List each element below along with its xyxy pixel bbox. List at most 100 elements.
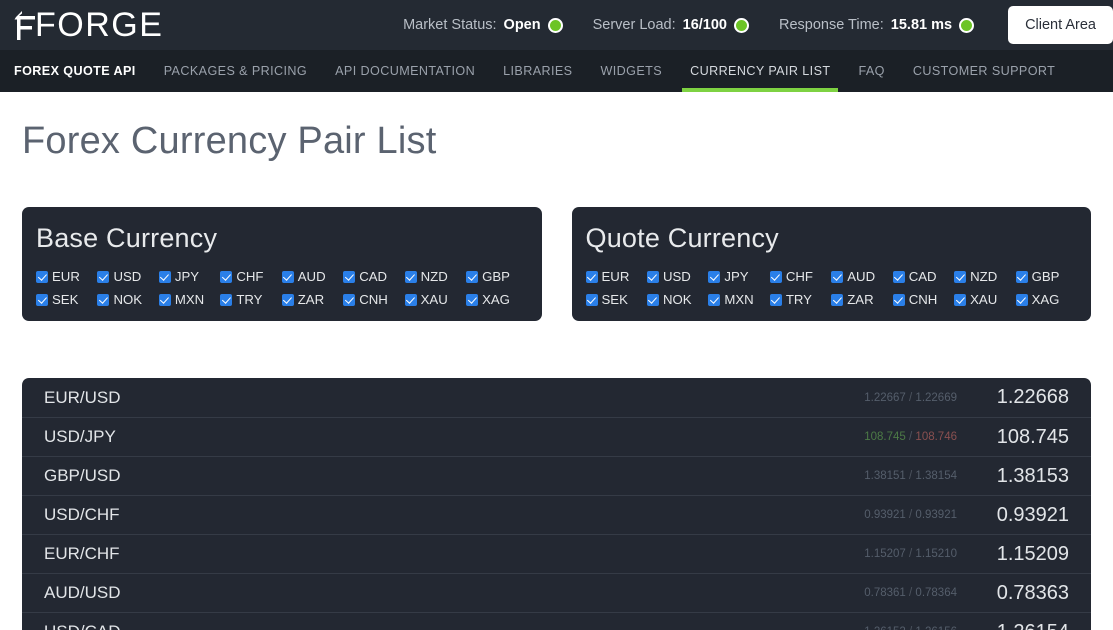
base-currency-option-nzd[interactable]: NZD (404, 269, 466, 284)
checkbox-checked-icon[interactable] (158, 293, 171, 306)
base-currency-option-label: USD (113, 269, 142, 284)
checkbox-checked-icon[interactable] (831, 270, 844, 283)
quote-currency-option-xag[interactable]: XAG (1015, 292, 1077, 307)
last-price: 108.745 (996, 425, 1069, 448)
checkbox-checked-icon[interactable] (646, 270, 659, 283)
base-currency-option-sek[interactable]: SEK (36, 292, 97, 307)
green-status-dot (959, 17, 975, 33)
checkbox-checked-icon[interactable] (466, 270, 479, 283)
nav-item-customer-support[interactable]: CUSTOMER SUPPORT (899, 50, 1069, 92)
checkbox-checked-icon[interactable] (585, 293, 598, 306)
nav-item-packages-pricing[interactable]: PACKAGES & PRICING (150, 50, 321, 92)
checkbox-checked-icon[interactable] (97, 270, 110, 283)
quote-currency-option-eur[interactable]: EUR (585, 269, 647, 284)
quote-currency-option-nok[interactable]: NOK (646, 292, 708, 307)
quote-currency-title: Quote Currency (585, 223, 779, 253)
checkbox-checked-icon[interactable] (404, 293, 417, 306)
checkbox-checked-icon[interactable] (892, 293, 905, 306)
base-currency-option-cad[interactable]: CAD (343, 269, 404, 284)
quote-currency-option-jpy[interactable]: JPY (708, 269, 769, 284)
checkbox-checked-icon[interactable] (646, 293, 659, 306)
quote-currency-option-mxn[interactable]: MXN (708, 292, 769, 307)
base-currency-option-chf[interactable]: CHF (220, 269, 281, 284)
checkbox-checked-icon[interactable] (954, 293, 967, 306)
quote-row[interactable]: EUR/CHF 1.15207 / 1.15210 1.15209 (22, 534, 1091, 573)
base-currency-option-jpy[interactable]: JPY (158, 269, 220, 284)
checkbox-checked-icon[interactable] (97, 293, 110, 306)
quote-row[interactable]: EUR/USD 1.22667 / 1.22669 1.22668 (22, 378, 1091, 417)
quote-currency-option-zar[interactable]: ZAR (831, 292, 892, 307)
base-currency-option-mxn[interactable]: MXN (158, 292, 220, 307)
checkbox-checked-icon[interactable] (769, 270, 782, 283)
nav-item-faq[interactable]: FAQ (844, 50, 898, 92)
bid-ask-separator: / (906, 626, 916, 630)
checkbox-checked-icon[interactable] (36, 293, 48, 306)
checkbox-checked-icon[interactable] (892, 270, 905, 283)
pair-symbol: EUR/CHF (44, 544, 120, 563)
nav-item-libraries[interactable]: LIBRARIES (489, 50, 586, 92)
nav-item-currency-pair-list[interactable]: CURRENCY PAIR LIST (676, 50, 844, 92)
quote-currency-option-nzd[interactable]: NZD (954, 269, 1015, 284)
nav-item-api-documentation[interactable]: API DOCUMENTATION (321, 50, 489, 92)
bid-price: 108.745 (864, 431, 906, 443)
nav-item-forex-quote-api[interactable]: FOREX QUOTE API (14, 50, 150, 92)
checkbox-checked-icon[interactable] (1015, 293, 1028, 306)
checkbox-checked-icon[interactable] (220, 270, 233, 283)
checkbox-checked-icon[interactable] (708, 293, 721, 306)
base-currency-option-xag[interactable]: XAG (466, 292, 527, 307)
pair-symbol: USD/CAD (44, 622, 121, 630)
checkbox-checked-icon[interactable] (769, 293, 782, 306)
quote-row[interactable]: USD/CAD 1.26152 / 1.261561.26154 (22, 612, 1091, 630)
base-currency-option-nok[interactable]: NOK (97, 292, 158, 307)
base-currency-option-eur[interactable]: EUR (36, 269, 97, 284)
base-currency-option-gbp[interactable]: GBP (466, 269, 527, 284)
checkbox-checked-icon[interactable] (466, 293, 479, 306)
quote-currency-option-cad[interactable]: CAD (892, 269, 954, 284)
quote-currency-option-usd[interactable]: USD (646, 269, 708, 284)
quote-row[interactable]: USD/CHF 0.93921 / 0.93921 0.93921 (22, 495, 1091, 534)
quote-currency-option-label: CAD (908, 269, 937, 284)
base-currency-option-cnh[interactable]: CNH (343, 292, 404, 307)
base-currency-option-xau[interactable]: XAU (404, 292, 466, 307)
client-area-button[interactable]: Client Area (1008, 6, 1113, 44)
checkbox-checked-icon[interactable] (36, 270, 48, 283)
quote-row[interactable]: GBP/USD 1.38151 / 1.38154 1.38153 (22, 456, 1091, 495)
base-currency-option-try[interactable]: TRY (220, 292, 281, 307)
base-currency-title: Base Currency (36, 223, 218, 253)
checkbox-checked-icon[interactable] (343, 270, 356, 283)
last-price: 1.22668 (996, 386, 1069, 408)
base-currency-option-usd[interactable]: USD (97, 269, 158, 284)
quote-currency-option-chf[interactable]: CHF (769, 269, 831, 284)
checkbox-checked-icon[interactable] (585, 270, 598, 283)
checkbox-checked-icon[interactable] (708, 270, 721, 283)
bid-ask-separator: / (905, 548, 916, 560)
quote-currency-option-aud[interactable]: AUD (831, 269, 892, 284)
checkbox-checked-icon[interactable] (220, 293, 233, 306)
checkbox-checked-icon[interactable] (954, 270, 967, 283)
bid-price: 0.78361 (864, 587, 906, 599)
checkbox-checked-icon[interactable] (1015, 270, 1028, 283)
quote-currency-option-gbp[interactable]: GBP (1015, 269, 1077, 284)
checkbox-checked-icon[interactable] (404, 270, 417, 283)
checkbox-checked-icon[interactable] (831, 293, 844, 306)
pair-symbol: AUD/USD (44, 583, 121, 602)
checkbox-checked-icon[interactable] (343, 293, 356, 306)
checkbox-checked-icon[interactable] (281, 293, 294, 306)
quote-row[interactable]: USD/JPY 108.745 / 108.746 108.745 (22, 417, 1091, 456)
ask-price: 0.78364 (915, 587, 957, 599)
checkbox-checked-icon[interactable] (158, 270, 171, 283)
base-currency-option-zar[interactable]: ZAR (281, 292, 343, 307)
server-load-value: 16/100 (682, 17, 727, 33)
quote-currency-option-xau[interactable]: XAU (954, 292, 1015, 307)
base-currency-option-aud[interactable]: AUD (281, 269, 343, 284)
quote-row[interactable]: AUD/USD 0.78361 / 0.78364 0.78363 (22, 573, 1091, 612)
currency-pair-quote-list: EUR/USD 1.22667 / 1.22669 1.22668 USD/JPY 10… (22, 378, 1091, 630)
quote-currency-option-try[interactable]: TRY (769, 292, 831, 307)
forge-logo[interactable]: FORGE (14, 8, 163, 42)
quote-currency-option-sek[interactable]: SEK (585, 292, 647, 307)
nav-item-widgets[interactable]: WIDGETS (587, 50, 677, 92)
bid-price: 1.15207 (864, 548, 906, 560)
response-time-value: 15.81 ms (890, 17, 953, 33)
checkbox-checked-icon[interactable] (281, 270, 294, 283)
quote-currency-option-cnh[interactable]: CNH (892, 292, 954, 307)
